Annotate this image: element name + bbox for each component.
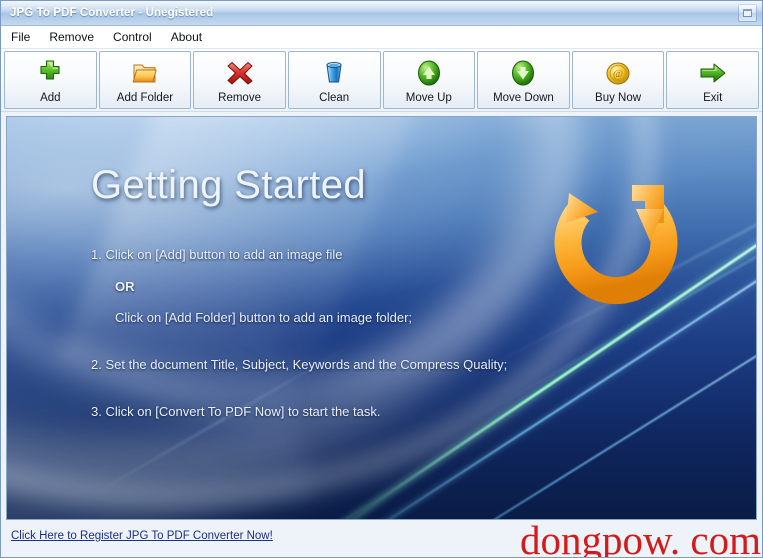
menu-item-file[interactable]: File [11,28,39,46]
step-3: 3. Click on [Convert To PDF Now] to star… [91,404,381,419]
restore-window-icon [743,9,752,17]
panel-content: Getting Started 1. Click on [Add] button… [7,117,756,519]
red-x-icon [223,57,257,89]
step-1-alt: Click on [Add Folder] button to add an i… [115,310,413,325]
toolbar-label-add: Add [40,92,61,104]
toolbar-button-buy-now[interactable]: @ Buy Now [571,51,665,109]
toolbar-button-move-up[interactable]: Move Up [382,51,476,109]
green-plus-icon [33,57,67,89]
getting-started-panel: Getting Started 1. Click on [Add] button… [6,116,757,520]
getting-started-steps: 1. Click on [Add] button to add an image… [91,247,756,419]
application-window: JPG To PDF Converter - Unegistered File … [0,0,763,558]
gold-coin-icon: @ [601,57,635,89]
menu-item-control[interactable]: Control [113,28,161,46]
menu-item-remove[interactable]: Remove [49,28,103,46]
folder-icon [128,57,162,89]
toolbar-button-move-down[interactable]: Move Down [477,51,570,109]
green-right-arrow-icon [696,57,730,89]
step-1: 1. Click on [Add] button to add an image… [91,247,343,262]
svg-text:@: @ [613,68,623,80]
step-1-or: OR [115,279,135,294]
step-2: 2. Set the document Title, Subject, Keyw… [91,357,508,372]
toolbar-label-remove: Remove [218,92,261,104]
blue-bucket-icon [317,57,351,89]
title-bar: JPG To PDF Converter - Unegistered [1,1,762,26]
toolbar-label-move-down: Move Down [493,92,554,104]
green-circle-up-arrow-icon [412,57,446,89]
menu-item-about[interactable]: About [171,28,211,46]
toolbar-label-exit: Exit [703,92,723,104]
toolbar-button-add-folder[interactable]: Add Folder [98,51,192,109]
toolbar: Add Add Folder Remove Clean Move Up Move… [1,49,762,112]
toolbar-label-clean: Clean [319,92,350,104]
menu-bar: File Remove Control About [1,26,762,49]
toolbar-label-move-up: Move Up [405,92,452,104]
toolbar-button-add[interactable]: Add [4,51,97,109]
status-bar: Click Here to Register JPG To PDF Conver… [1,520,762,552]
toolbar-button-clean[interactable]: Clean [287,51,381,109]
toolbar-label-add-folder: Add Folder [116,92,174,104]
toolbar-button-exit[interactable]: Exit [666,51,759,109]
register-link[interactable]: Click Here to Register JPG To PDF Conver… [11,530,273,542]
page-title: Getting Started [91,163,367,207]
green-circle-down-arrow-icon [506,57,540,89]
window-title: JPG To PDF Converter - Unegistered [10,7,214,19]
toolbar-button-remove[interactable]: Remove [193,51,286,109]
toolbar-label-buy-now: Buy Now [595,92,642,104]
restore-window-button[interactable] [738,4,757,22]
